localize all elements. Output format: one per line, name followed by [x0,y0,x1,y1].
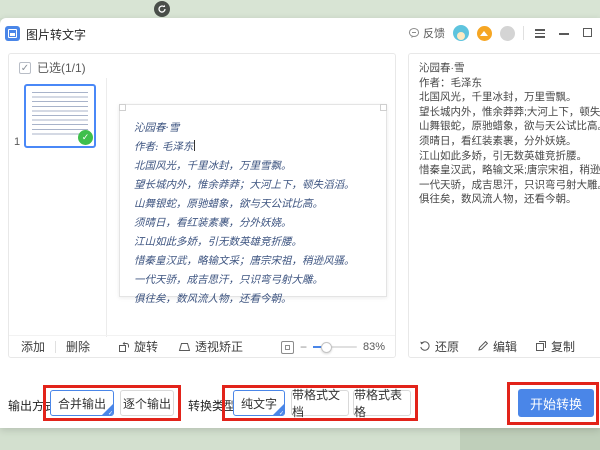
page-handle-top-left [119,104,126,111]
select-all-checkbox[interactable]: ✓ [19,62,31,74]
poem-line: 作者: 毛泽东 [134,138,378,157]
feedback-label: 反馈 [423,25,445,41]
ocr-line: 沁园春·雪 [419,61,600,76]
add-button[interactable]: 添加 [21,338,45,355]
desktop-background: 图片转文字 反馈 ✓ 已选(1/1) [0,0,600,450]
annotation-box-convert-type [222,385,418,421]
rotate-button[interactable]: 旋转 [118,338,158,355]
toolbar-divider [55,341,56,353]
thumbnail-index: 1 [14,136,20,148]
app-window: 图片转文字 反馈 ✓ 已选(1/1) [0,18,600,428]
rotate-icon [118,341,130,353]
image-list-and-preview-panel: ✓ 已选(1/1) 1 ✓ 沁园春·雪 作者: 毛泽东 北国风光，千里冰封， [8,53,396,358]
feedback-button[interactable]: 反馈 [408,25,445,41]
page-handle-top-right [380,104,387,111]
poem-text: 沁园春·雪 作者: 毛泽东 北国风光，千里冰封，万里雪飘。 望长城内外，惟余莽莽… [134,119,378,309]
thumbnail-selected-check-icon: ✓ [78,130,93,145]
copy-button[interactable]: 复制 [535,338,575,355]
fit-to-window-icon[interactable] [281,341,294,354]
ocr-line: 作者：毛泽东 [419,76,600,91]
account-gray-icon[interactable] [500,26,515,41]
poem-line: 江山如此多娇，引无数英雄竞折腰。 [134,233,378,252]
desktop-top-strip [0,0,600,18]
ocr-text: 沁园春·雪 作者：毛泽东 北国风光，千里冰封，万里雪飘。 望长城内外，惟余莽莽;… [419,61,600,207]
edit-button[interactable]: 编辑 [477,338,517,355]
ocr-line: 望长城内外，惟余莽莽;大河上下，顿失滔滔。 [419,105,600,120]
poem-line: 望长城内外，惟余莽莽；大河上下，顿失滔滔。 [134,176,378,195]
poem-line: 俱往矣，数风流人物，还看今朝。 [134,290,378,309]
ocr-line: 一代天骄，成吉思汗，只识弯弓射大雕。 [419,178,600,193]
titlebar: 图片转文字 反馈 [0,18,600,48]
desktop-dark-patch [460,428,600,450]
image-thumbnail[interactable]: ✓ [24,84,96,148]
ocr-line: 惜秦皇汉武，略输文采;唐宗宋祖，稍逊风骚。 [419,163,600,178]
vip-crown-icon[interactable] [477,26,492,41]
perspective-icon [178,341,191,353]
minimize-button[interactable] [556,25,572,41]
restore-button[interactable]: 还原 [419,338,459,355]
ocr-toolbar: 还原 编辑 复制 [409,335,600,357]
zoom-slider[interactable] [313,346,357,348]
annotation-box-output-mode [43,385,181,421]
ocr-line: 江山如此多娇，引无数英雄竞折腰。 [419,149,600,164]
zoom-out-control[interactable]: − [300,340,307,354]
menu-icon[interactable] [532,25,548,41]
text-cursor [194,140,195,151]
restore-icon [419,340,431,352]
poem-line: 北国风光，千里冰封，万里雪飘。 [134,157,378,176]
titlebar-divider [523,26,524,40]
left-panel-toolbar: 添加 删除 旋转 透视矫正 − [9,335,395,357]
poem-line: 沁园春·雪 [134,119,378,138]
poem-line: 须晴日，看红装素裹，分外妖娆。 [134,214,378,233]
ocr-line: 须晴日，看红装素裹，分外妖娆。 [419,134,600,149]
zoom-percent-label: 83% [363,341,385,353]
ocr-line: 北国风光，千里冰封，万里雪飘。 [419,90,600,105]
preview-canvas: 沁园春·雪 作者: 毛泽东 北国风光，千里冰封，万里雪飘。 望长城内外，惟余莽莽… [108,54,395,335]
user-avatar[interactable] [453,25,469,41]
annotation-box-start-button [507,382,599,425]
poem-line: 山舞银蛇，原驰蜡象，欲与天公试比高。 [134,195,378,214]
copy-icon [535,340,547,352]
thumbnail-list: 1 ✓ [9,78,107,337]
poem-line: 惜秦皇汉武，略输文采；唐宗宋祖，稍逊风骚。 [134,252,378,271]
edit-pencil-icon [477,340,489,352]
selected-count-label: 已选(1/1) [37,59,86,76]
ocr-line: 俱往矣，数风流人物，还看今朝。 [419,192,600,207]
window-title: 图片转文字 [26,26,86,43]
poem-line: 一代天骄，成吉思汗，只识弯弓射大雕。 [134,271,378,290]
perspective-correction-button[interactable]: 透视矫正 [178,338,243,355]
ocr-result-panel: 沁园春·雪 作者：毛泽东 北国风光，千里冰封，万里雪飘。 望长城内外，惟余莽莽;… [408,53,600,358]
preview-page[interactable]: 沁园春·雪 作者: 毛泽东 北国风光，千里冰封，万里雪飘。 望长城内外，惟余莽莽… [119,104,387,297]
zoom-slider-knob[interactable] [321,342,332,353]
ocr-line: 山舞银蛇，原驰蜡象，欲与天公试比高。 [419,119,600,134]
app-logo-icon [5,26,20,41]
feedback-bubble-icon [408,27,420,39]
delete-button[interactable]: 删除 [66,338,90,355]
bottom-bar: 输出方式: 合并输出✓ 逐个输出 转换类型: 纯文字✓ 带格式文档 带格式表格 … [0,358,600,428]
refresh-float-icon[interactable] [154,1,170,17]
maximize-button[interactable] [580,25,596,41]
